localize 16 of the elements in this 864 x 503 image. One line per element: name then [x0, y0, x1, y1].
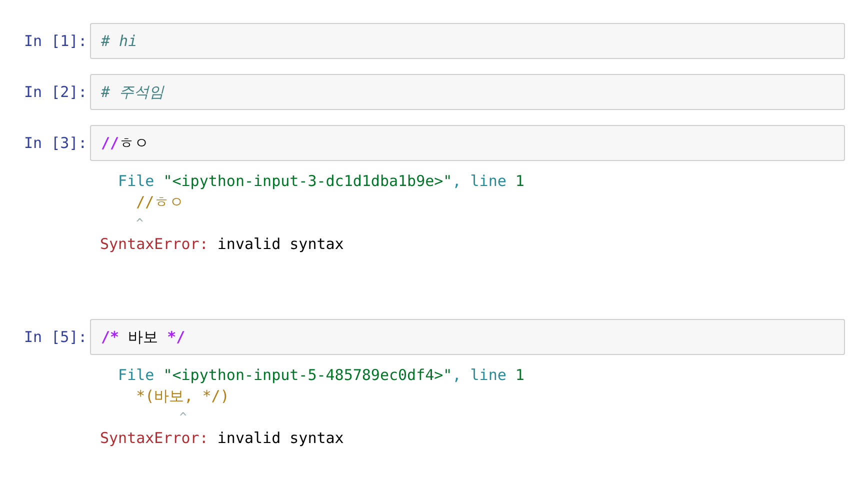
- input-prompt: In [5]:: [24, 327, 88, 348]
- code-input[interactable]: /* 바보 */: [90, 319, 845, 355]
- traceback-line: //ㅎㅇ: [135, 192, 186, 213]
- input-prompt: In [3]:: [24, 133, 88, 154]
- traceback-line: *(바보, */): [135, 386, 230, 407]
- error-message: SyntaxError: invalid syntax: [100, 234, 345, 255]
- code-input[interactable]: # hi: [90, 23, 845, 59]
- error-caret: ^: [135, 215, 144, 232]
- traceback-line: File "<ipython-input-3-dc1d1dba1b9e>", line 1: [117, 171, 526, 192]
- input-prompt: In [1]:: [24, 31, 88, 52]
- traceback-line: File "<ipython-input-5-485789ec0df4>", line 1: [117, 365, 526, 386]
- error-message: SyntaxError: invalid syntax: [100, 428, 345, 449]
- input-prompt: In [2]:: [24, 82, 88, 103]
- code-input[interactable]: //ㅎㅇ: [90, 125, 845, 161]
- error-caret: ^: [178, 409, 188, 426]
- code-input[interactable]: # 주석임: [90, 74, 845, 110]
